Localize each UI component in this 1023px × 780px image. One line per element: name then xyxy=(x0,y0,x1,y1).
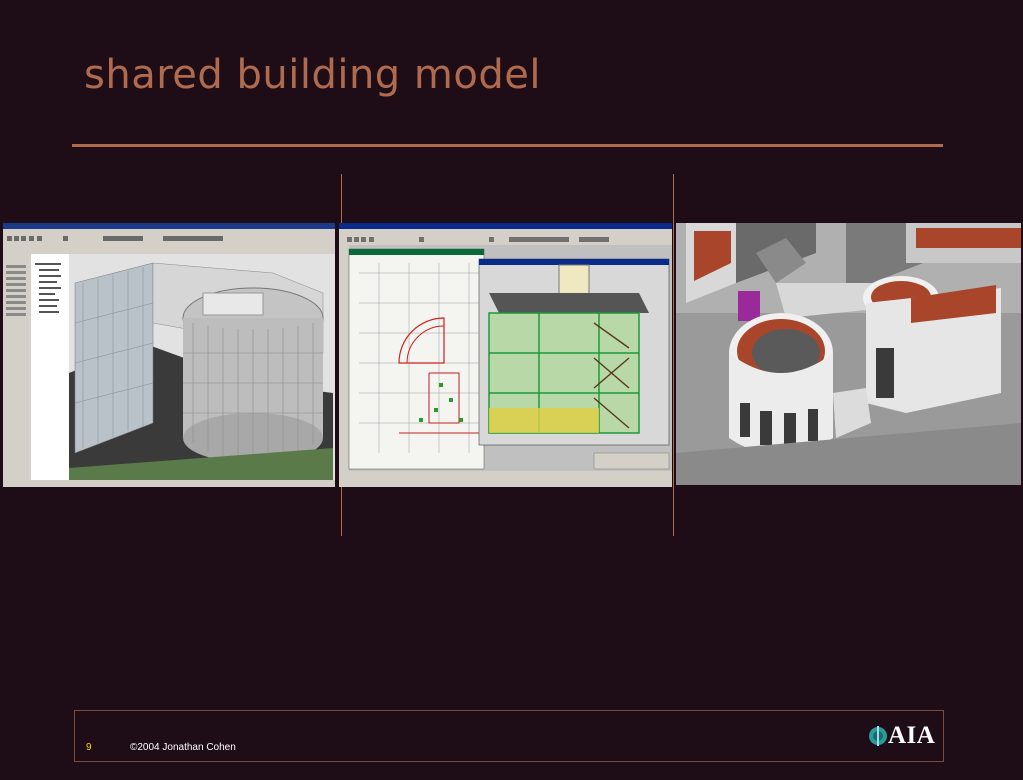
render-3d-model xyxy=(676,223,1021,485)
slide-title: shared building model xyxy=(84,52,541,98)
revit-screenshot xyxy=(3,223,335,487)
rendered-building-icon xyxy=(676,223,1021,485)
aia-logo-text: AIA xyxy=(888,722,936,749)
cad-app-window-icon xyxy=(3,223,335,487)
title-divider xyxy=(72,144,943,147)
page-number: 9 xyxy=(86,742,92,753)
archicad-screenshot xyxy=(339,223,672,487)
copyright-text: ©2004 Jonathan Cohen xyxy=(130,742,236,753)
cad-app-window-icon xyxy=(339,223,672,487)
footer-frame xyxy=(74,710,944,762)
column-divider-right xyxy=(673,174,674,536)
